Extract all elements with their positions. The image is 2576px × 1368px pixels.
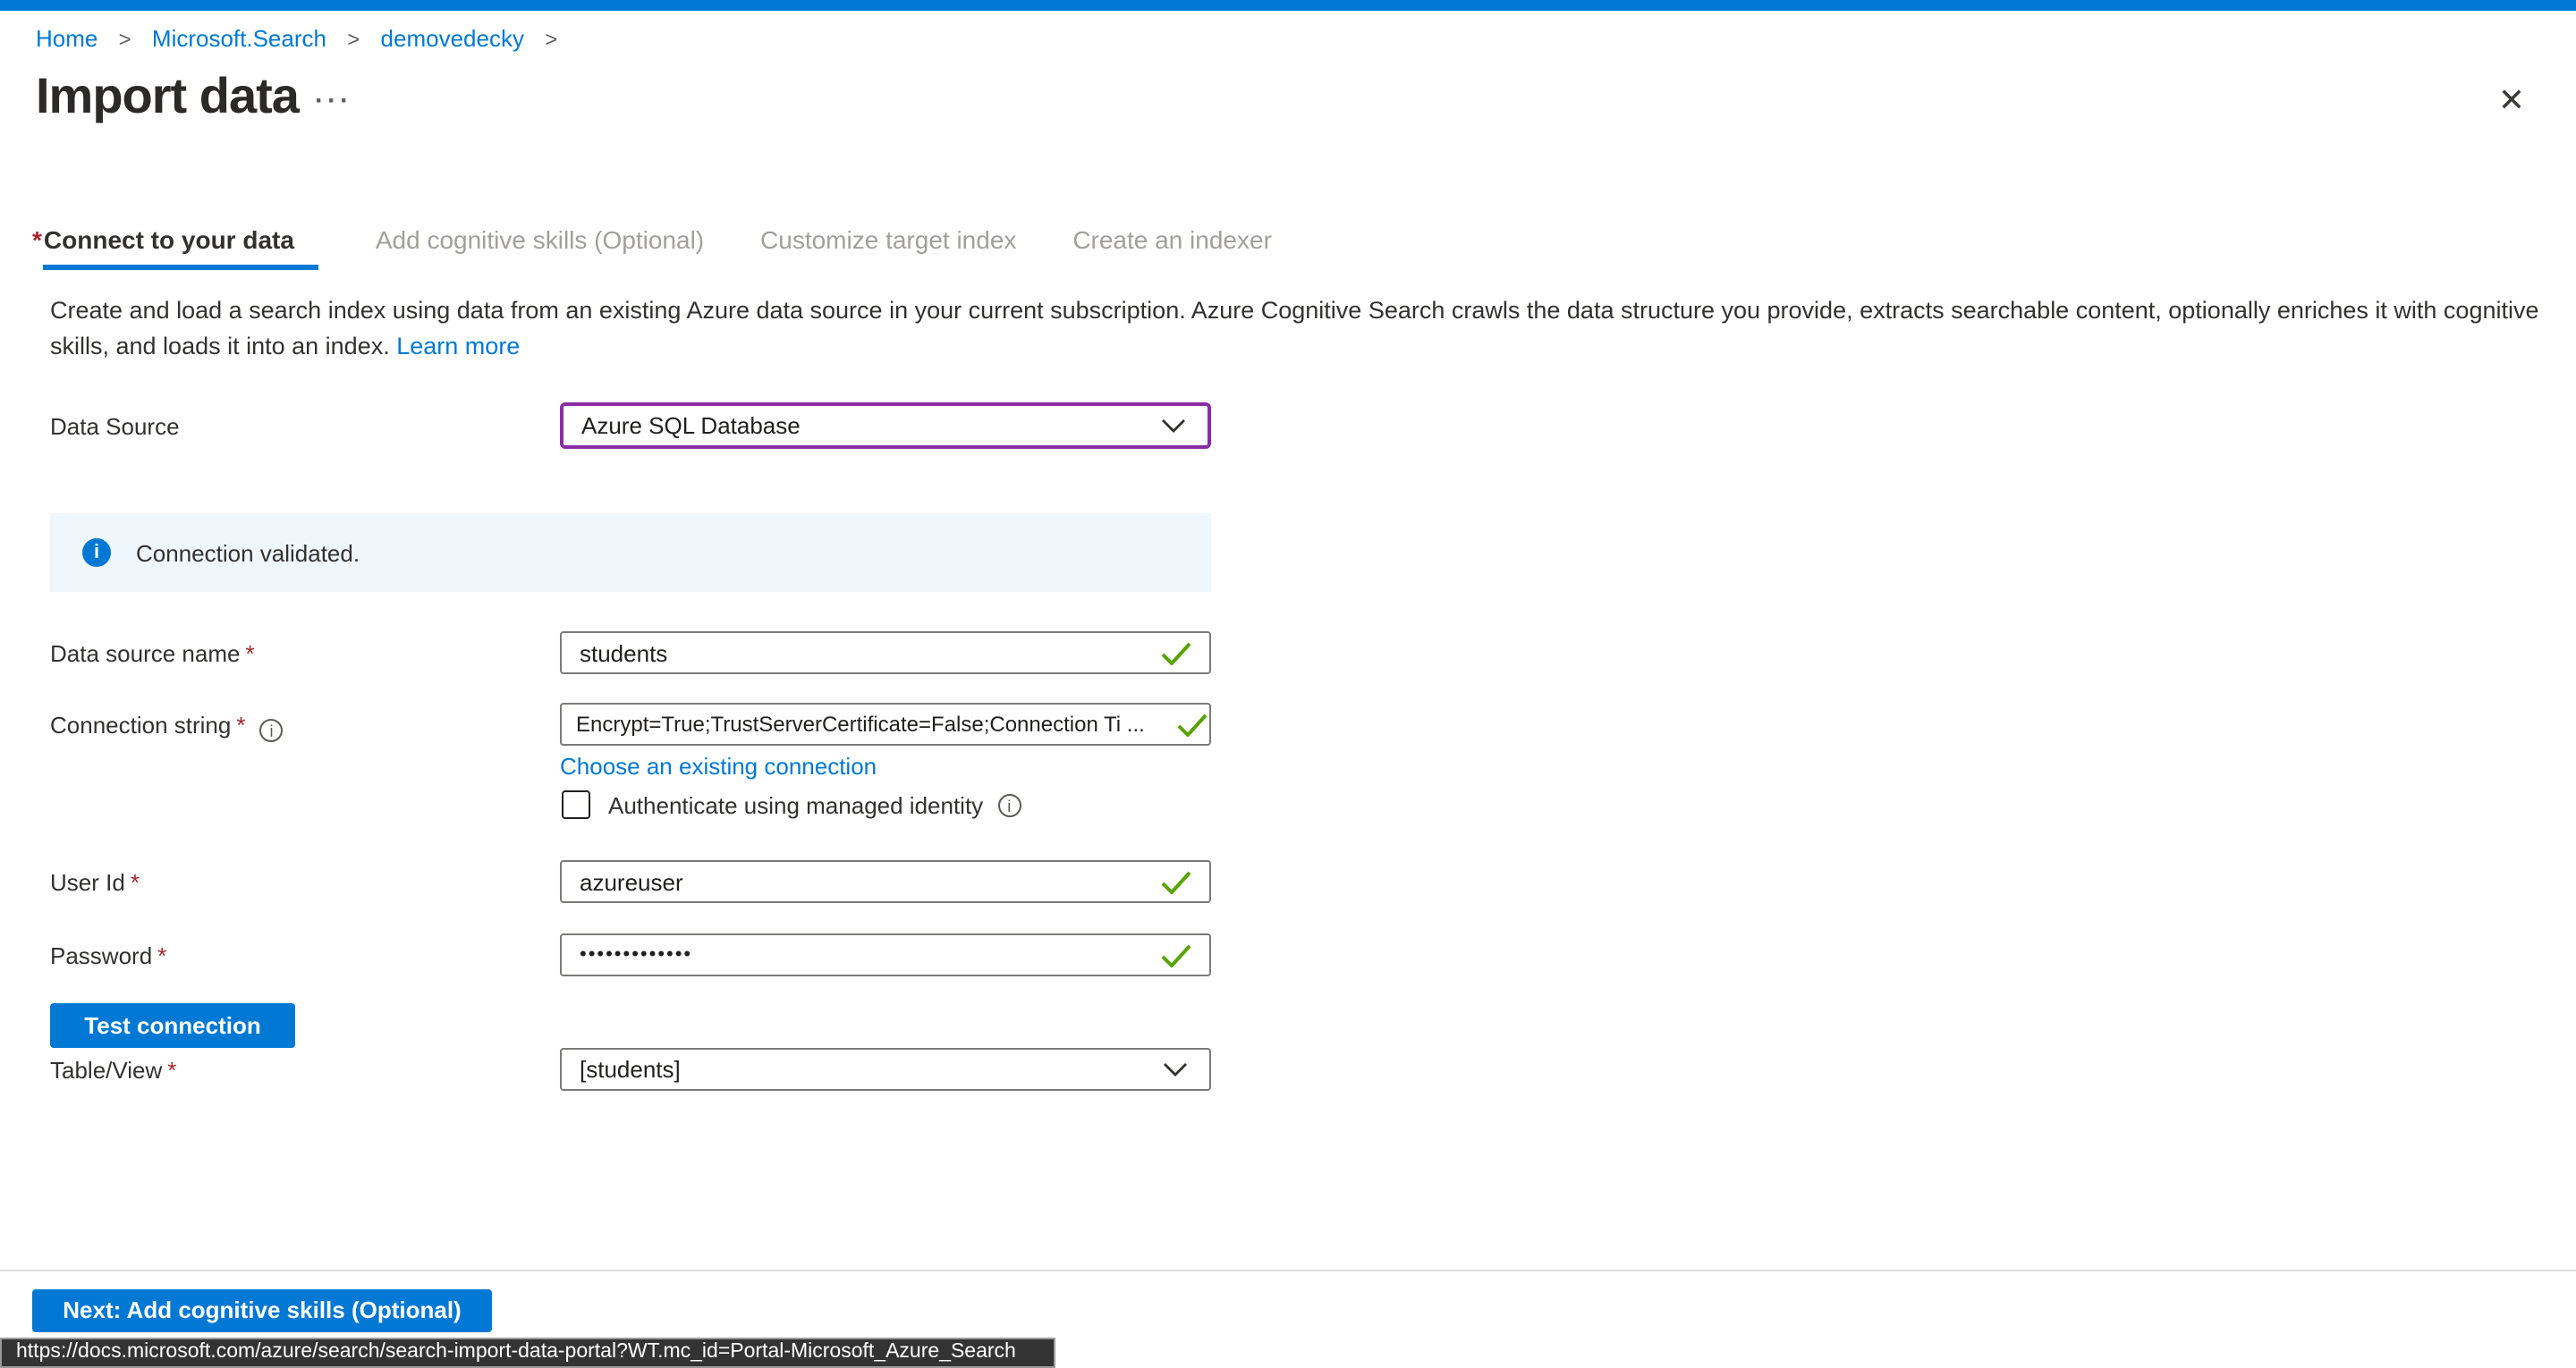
choose-existing-connection-link[interactable]: Choose an existing connection	[560, 753, 877, 780]
data-source-name-input[interactable]	[562, 633, 1209, 672]
choose-existing-connection: Choose an existing connection	[560, 753, 877, 780]
chevron-right-icon: >	[119, 27, 131, 52]
table-view-dropdown[interactable]: [students]	[560, 1048, 1211, 1091]
table-view-value: [students]	[580, 1056, 681, 1083]
breadcrumb-home[interactable]: Home	[36, 25, 97, 52]
data-source-value: Azure SQL Database	[581, 412, 801, 439]
banner-message: Connection validated.	[136, 539, 360, 566]
password-field-wrap	[560, 933, 1211, 976]
required-marker: *	[167, 1057, 176, 1084]
connection-string-input[interactable]	[562, 705, 1209, 744]
valid-checkmark-icon	[1177, 714, 1208, 737]
chevron-right-icon: >	[347, 27, 360, 52]
status-url-bar: https://docs.microsoft.com/azure/search/…	[0, 1338, 1055, 1368]
required-marker: *	[32, 225, 42, 254]
managed-identity-label: Authenticate using managed identity	[608, 791, 983, 818]
info-icon: i	[82, 538, 111, 567]
context-menu-button[interactable]: ···	[315, 86, 352, 116]
portal-top-accent-bar	[0, 0, 2576, 11]
import-data-blade: Home > Microsoft.Search > demovedecky > …	[0, 0, 2576, 1368]
tab-connect-to-your-data[interactable]: *Connect to your data	[32, 225, 319, 270]
tab-customize-target-index[interactable]: Customize target index	[760, 225, 1016, 270]
breadcrumb: Home > Microsoft.Search > demovedecky >	[36, 25, 572, 52]
table-view-label: Table/View*	[50, 1057, 176, 1084]
connection-string-label: Connection string*i	[50, 712, 283, 742]
test-connection-button[interactable]: Test connection	[50, 1003, 295, 1048]
user-id-label: User Id*	[50, 869, 140, 896]
breadcrumb-demovedecky[interactable]: demovedecky	[381, 25, 524, 52]
chevron-right-icon: >	[545, 27, 557, 52]
user-id-input[interactable]	[562, 862, 1209, 901]
close-icon[interactable]: ✕	[2490, 79, 2533, 122]
connection-validated-banner: i Connection validated.	[50, 513, 1211, 592]
tab-create-an-indexer[interactable]: Create an indexer	[1072, 225, 1272, 270]
required-marker: *	[245, 640, 254, 667]
data-source-dropdown[interactable]: Azure SQL Database	[560, 402, 1211, 449]
required-marker: *	[157, 942, 166, 969]
valid-checkmark-icon	[1161, 871, 1191, 894]
data-source-label: Data Source	[50, 413, 180, 440]
info-icon[interactable]: i	[259, 719, 283, 742]
page-title: Import data	[36, 68, 299, 125]
managed-identity-checkbox[interactable]	[562, 790, 590, 819]
next-add-cognitive-skills-button[interactable]: Next: Add cognitive skills (Optional)	[32, 1289, 492, 1332]
wizard-tabs: *Connect to your data Add cognitive skil…	[32, 225, 1320, 270]
data-source-name-field-wrap	[560, 631, 1211, 674]
breadcrumb-microsoft-search[interactable]: Microsoft.Search	[152, 25, 326, 52]
connection-string-field-wrap	[560, 703, 1211, 746]
info-icon[interactable]: i	[997, 793, 1021, 816]
user-id-field-wrap	[560, 860, 1211, 903]
chevron-down-icon	[1161, 418, 1186, 433]
data-source-name-label: Data source name*	[50, 640, 255, 667]
password-input[interactable]	[562, 935, 1209, 975]
blade-description: Create and load a search index using dat…	[50, 293, 2540, 363]
valid-checkmark-icon	[1161, 642, 1191, 665]
learn-more-link[interactable]: Learn more	[396, 332, 520, 359]
valid-checkmark-icon	[1161, 944, 1191, 967]
required-marker: *	[236, 712, 245, 739]
tab-add-cognitive-skills[interactable]: Add cognitive skills (Optional)	[376, 225, 704, 270]
footer-divider	[0, 1270, 2576, 1271]
managed-identity-row: Authenticate using managed identity i	[562, 790, 1021, 819]
password-label: Password*	[50, 942, 166, 969]
required-marker: *	[131, 869, 140, 896]
chevron-down-icon	[1163, 1062, 1188, 1077]
